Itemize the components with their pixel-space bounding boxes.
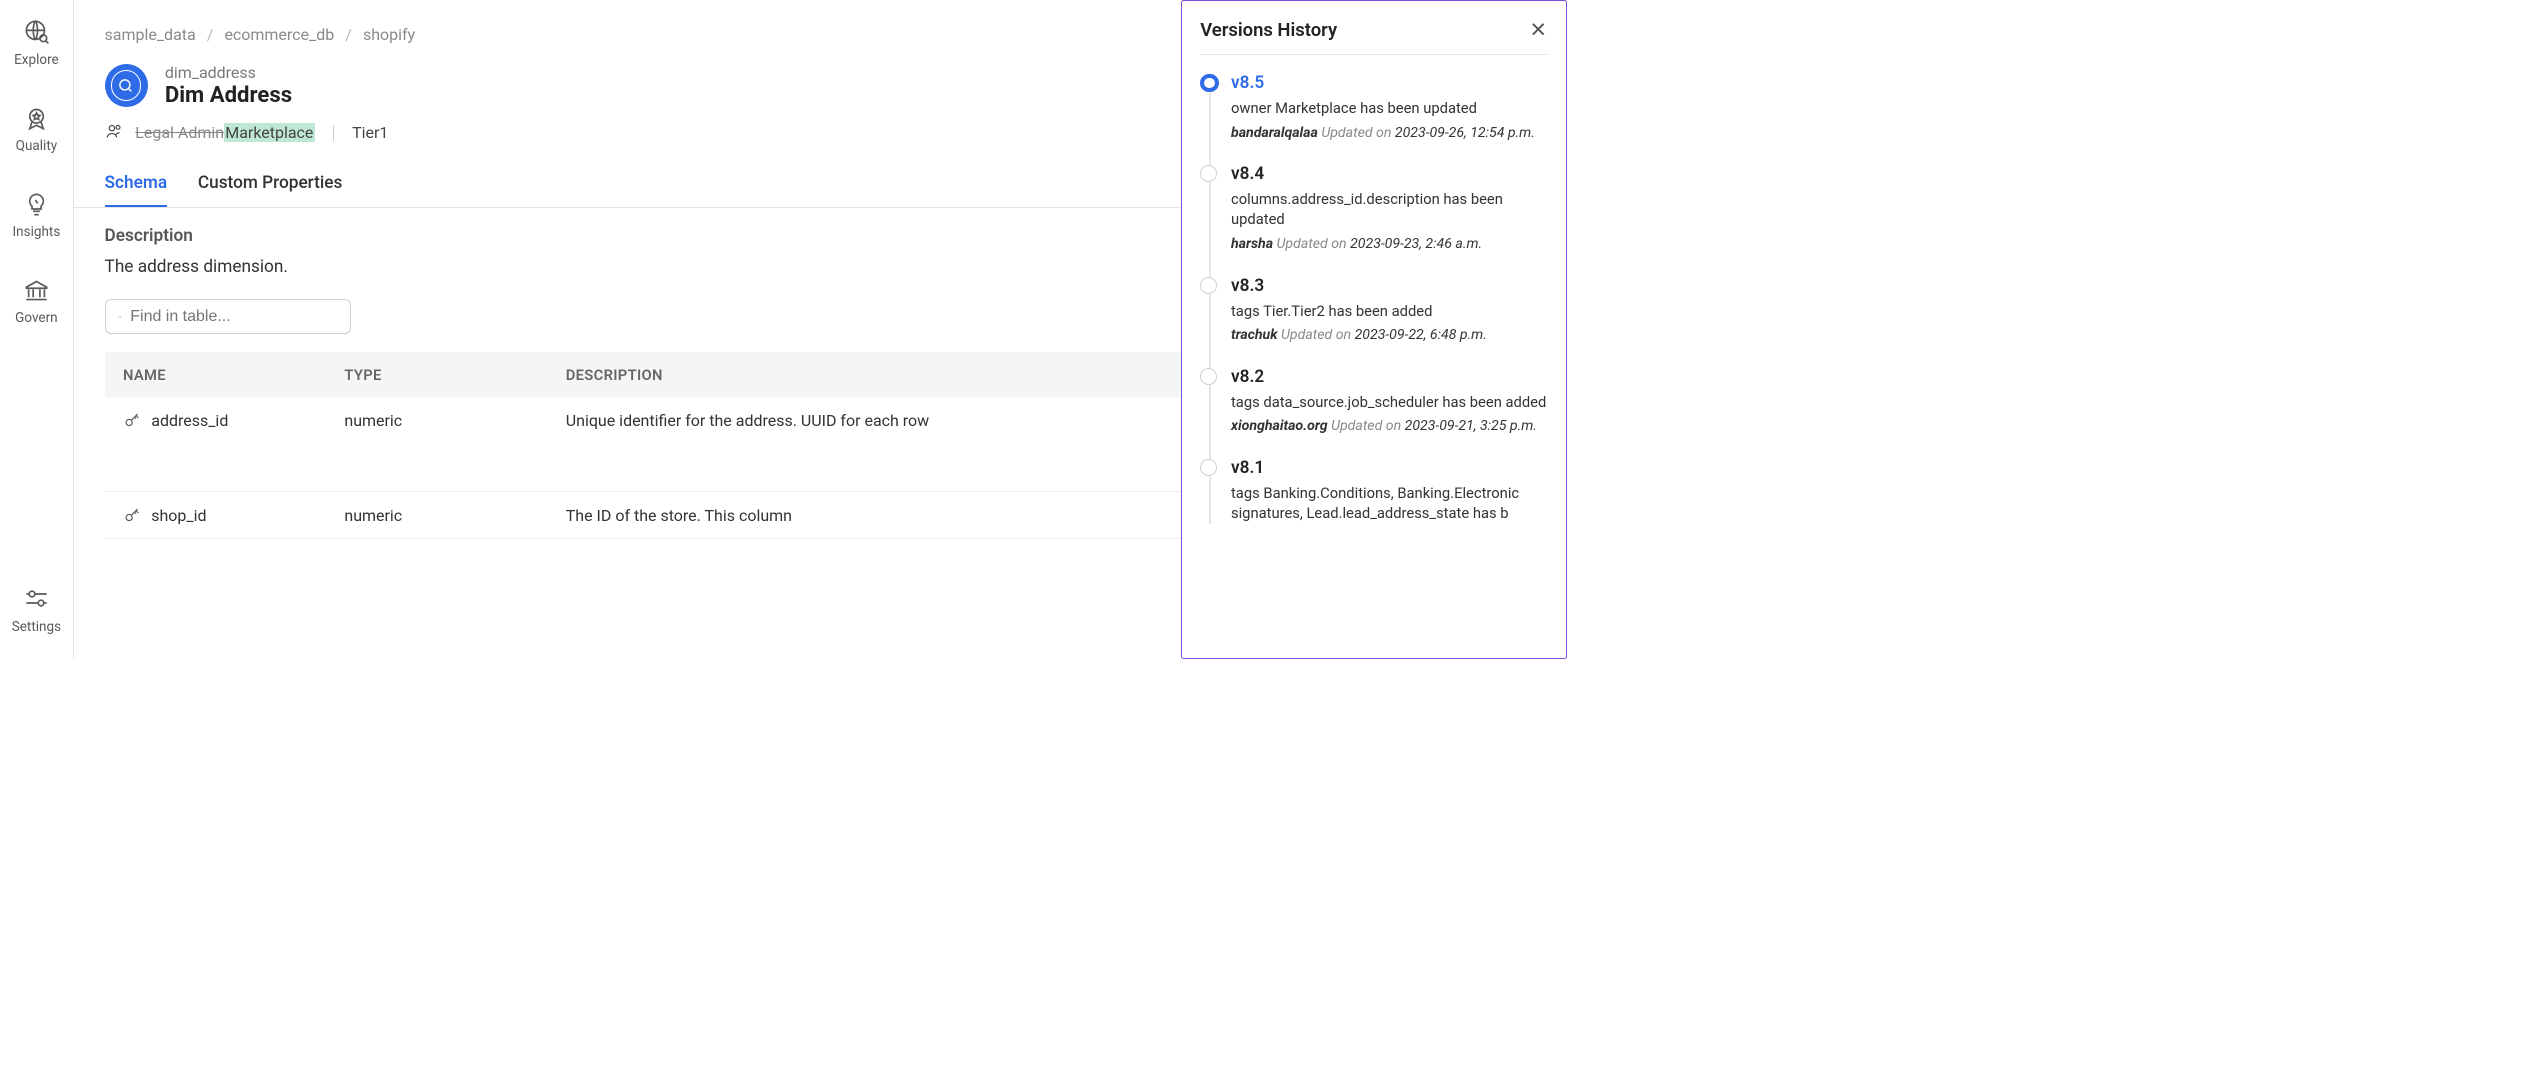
col-header-type: TYPE — [326, 352, 547, 397]
nav-quality[interactable]: Quality — [16, 105, 58, 154]
nav-label: Insights — [12, 224, 60, 240]
nav-label: Govern — [15, 310, 58, 326]
versions-title: Versions History — [1200, 19, 1337, 41]
table-row[interactable]: address_id numeric Unique identifier for… — [105, 397, 1278, 492]
breadcrumb-item[interactable]: ecommerce_db — [224, 25, 334, 44]
table-row[interactable]: shop_id numeric The ID of the store. Thi… — [105, 492, 1278, 539]
nav-settings[interactable]: Settings — [12, 585, 61, 634]
close-icon — [1529, 20, 1547, 38]
version-dot — [1200, 368, 1217, 385]
versions-history-panel: Versions History v8.5 owner Marketplace … — [1181, 0, 1567, 659]
nav-explore[interactable]: Explore — [14, 18, 59, 67]
nav-label: Settings — [12, 619, 61, 635]
description-text: The address dimension. — [105, 257, 1278, 277]
tab-custom-properties[interactable]: Custom Properties — [198, 162, 343, 206]
tab-schema[interactable]: Schema — [105, 162, 168, 206]
version-item[interactable]: v8.4 columns.address_id.description has … — [1231, 164, 1548, 252]
table-search[interactable] — [105, 299, 351, 334]
col-header-desc: DESCRIPTION — [547, 352, 1278, 397]
close-button[interactable] — [1529, 20, 1547, 41]
col-header-name: NAME — [105, 352, 326, 397]
version-item[interactable]: v8.5 owner Marketplace has been updated … — [1231, 73, 1548, 141]
breadcrumb-item[interactable]: sample_data — [105, 25, 196, 44]
nav-govern[interactable]: Govern — [15, 277, 58, 326]
versions-timeline: v8.5 owner Marketplace has been updated … — [1200, 73, 1547, 524]
sliders-icon — [23, 585, 50, 612]
description-heading: Description — [105, 226, 1278, 246]
main-content: sample_data / ecommerce_db / shopify 8.5… — [74, 0, 1567, 659]
owner-icon — [105, 122, 123, 144]
entity-subtitle: dim_address — [165, 63, 292, 82]
badge-icon — [23, 105, 50, 132]
key-icon — [123, 506, 141, 524]
globe-search-icon — [23, 18, 50, 45]
nav-label: Quality — [16, 138, 58, 154]
sidebar: Explore Quality Insights Govern Settings — [0, 0, 74, 659]
version-item[interactable]: v8.3 tags Tier.Tier2 has been added trac… — [1231, 276, 1548, 344]
key-icon — [123, 411, 141, 429]
nav-label: Explore — [14, 52, 59, 68]
entity-title: Dim Address — [165, 82, 292, 108]
govern-icon — [23, 277, 50, 304]
version-dot — [1200, 459, 1217, 476]
entity-icon — [105, 64, 148, 107]
breadcrumb: sample_data / ecommerce_db / shopify — [105, 25, 416, 44]
version-item[interactable]: v8.2 tags data_source.job_scheduler has … — [1231, 367, 1548, 435]
version-item[interactable]: v8.1 tags Banking.Conditions, Banking.El… — [1231, 458, 1548, 524]
search-icon — [118, 309, 122, 325]
version-dot-active — [1200, 74, 1218, 92]
nav-insights[interactable]: Insights — [12, 191, 60, 240]
columns-table: NAME TYPE DESCRIPTION address_id numeric… — [105, 352, 1278, 539]
search-input[interactable] — [130, 308, 337, 326]
owner-value: Legal AdminMarketplace — [135, 123, 314, 142]
breadcrumb-item[interactable]: shopify — [363, 25, 415, 44]
version-dot — [1200, 165, 1217, 182]
bulb-icon — [23, 191, 50, 218]
version-dot — [1200, 277, 1217, 294]
tier-value: Tier1 — [352, 123, 388, 142]
